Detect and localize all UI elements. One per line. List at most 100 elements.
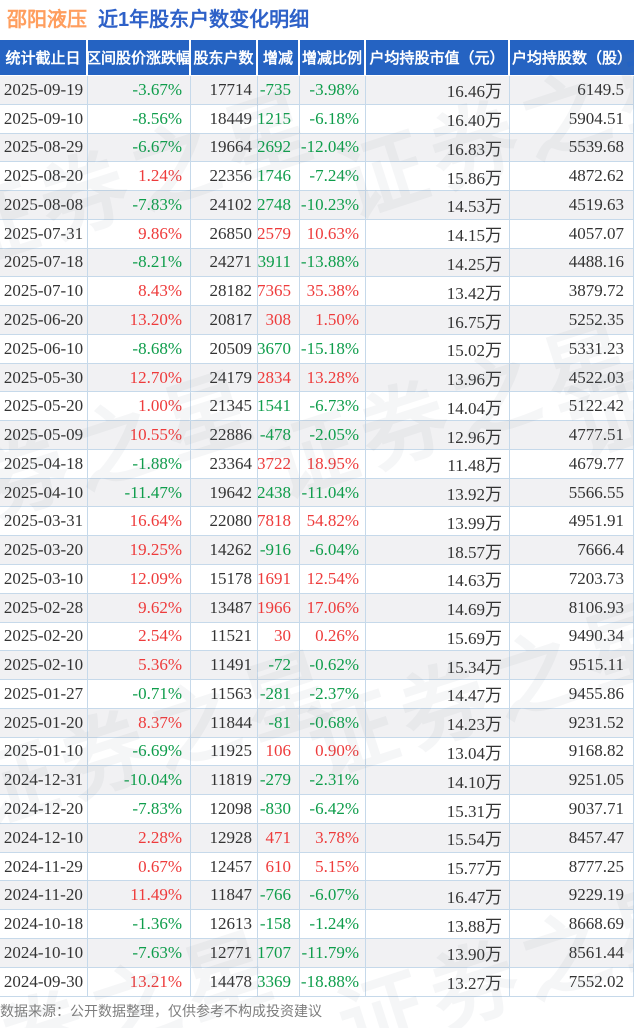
cell-change-ratio: -0.62% [300,651,366,681]
table-row: 2024-12-20 -7.83% 12098 -830 -6.42% 15.31万 903… [0,795,634,824]
cell-avg-market-value: 14.15万 [366,219,510,249]
column-header-3: 增减 [258,40,300,75]
cell-price-change: 12.09% [88,565,191,594]
cell-avg-shares: 4872.62 [510,162,634,192]
cell-price-change: 8.43% [88,277,191,307]
data-source-note: 数据来源：公开数据整理，仅供参考不构成投资建议 [0,1003,322,1019]
cell-holders: 14478 [191,967,258,997]
cell-avg-market-value: 16.75万 [366,306,510,335]
cell-holders: 13487 [191,593,258,623]
cell-change: -478 [258,421,300,450]
stock-name: 邵阳液压 [7,9,87,31]
cell-change-ratio: -7.24% [300,162,366,192]
cell-price-change: 1.00% [88,392,191,422]
cell-date: 2025-05-30 [0,363,88,393]
cell-avg-market-value: 15.31万 [366,795,510,824]
cell-change: -916 [258,536,300,566]
table-row: 2025-08-201.24%22356-1746-7.24%15.86万487… [0,162,634,192]
cell-price-change: -1.36% [88,910,191,939]
cell-change-ratio: -6.73% [300,392,366,422]
cell-change: -830 [258,795,300,824]
cell-change-ratio: 18.95% [300,449,366,479]
cell-avg-market-value: 14.69万 [366,593,510,623]
cell-avg-market-value: 15.77万 [366,852,510,882]
cell-price-change: -6.67% [88,133,191,163]
cell-price-change: -7.63% [88,938,191,968]
column-header-6: 户均持股数（股） [511,50,632,67]
cell-avg-shares: 9515.11 [510,651,634,681]
cell-change: -279 [258,766,300,796]
cell-avg-shares: 9455.86 [510,680,634,709]
cell-price-change: 8.37% [88,708,191,738]
cell-avg-shares: 4057.07 [510,219,634,249]
cell-avg-shares: 5566.55 [510,478,634,508]
cell-change-ratio: -6.07% [300,881,366,911]
cell-change: -3911 [258,248,300,278]
cell-date: 2025-02-20 [0,622,88,652]
cell-date: 2024-12-10 [0,823,88,853]
cell-holders: 28182 [191,277,258,307]
table-row: 2025-02-28 9.62% 13487 1966 17.06% 14.69万 8106… [0,593,634,623]
cell-holders: 11563 [191,680,258,709]
table-row: 2025-02-20 2.54% 11521 30 0.26% 15.69万 9490.34 [0,622,634,652]
table-header-row: 统计截止日 区间股价涨跌幅 股东户数 增减 增减比例 户均持股市值（元） 户均持股数（股） [0,40,634,75]
cell-change: -766 [258,881,300,911]
cell-change-ratio: 54.82% [300,507,366,537]
cell-change: -72 [258,651,300,681]
cell-avg-market-value: 14.10万 [366,766,510,796]
cell-avg-market-value: 14.25万 [366,248,510,278]
cell-price-change: 11.49% [88,881,191,911]
cell-price-change: 16.64% [88,507,191,537]
cell-holders: 12771 [191,938,258,968]
cell-price-change: -7.83% [88,191,191,220]
cell-avg-shares: 4522.03 [510,363,634,393]
cell-date: 2025-06-20 [0,306,88,335]
cell-holders: 12613 [191,910,258,939]
cell-avg-shares: 9168.82 [510,737,634,767]
cell-holders: 15178 [191,565,258,594]
cell-price-change: -0.71% [88,680,191,709]
cell-avg-shares: 9231.52 [510,708,634,738]
table-row: 2025-09-10-8.56%18449-1215-6.18%16.40万59… [0,104,634,134]
cell-holders: 26850 [191,219,258,249]
cell-avg-market-value: 15.69万 [366,622,510,652]
cell-change-ratio: 1.50% [300,306,366,335]
cell-price-change: -1.88% [88,449,191,479]
table-row: 2025-04-18 -1.88% 23364 3722 18.95% 11.48万 467… [0,449,634,479]
cell-change-ratio: 12.54% [300,565,366,594]
cell-change-ratio: -2.37% [300,680,366,709]
cell-change-ratio: -18.88% [300,967,366,997]
cell-avg-market-value: 13.04万 [366,737,510,767]
cell-change: -2692 [258,133,300,163]
cell-avg-shares: 3879.72 [510,277,634,307]
cell-holders: 12457 [191,852,258,882]
cell-avg-shares: 6149.5 [510,76,634,105]
cell-holders: 19642 [191,478,258,508]
cell-change: -2438 [258,478,300,508]
column-header-0: 统计截止日 [0,40,88,75]
cell-holders: 11819 [191,766,258,796]
cell-date: 2025-09-19 [0,76,88,105]
cell-price-change: -8.68% [88,334,191,364]
cell-avg-shares: 5252.35 [510,306,634,335]
cell-price-change: 1.24% [88,162,191,192]
cell-change-ratio: -6.18% [300,104,366,134]
cell-change: -735 [258,76,300,105]
cell-change: -1746 [258,162,300,192]
cell-price-change: 12.70% [88,363,191,393]
cell-avg-shares: 5904.51 [510,104,634,134]
cell-date: 2025-01-20 [0,708,88,738]
cell-avg-shares: 8457.47 [510,823,634,853]
cell-change-ratio: 0.26% [300,622,366,652]
table-row: 2025-05-09 10.55% 22886 -478 -2.05% 12.96万 477… [0,421,634,450]
cell-change: 1966 [258,593,300,623]
cell-holders: 12928 [191,823,258,853]
cell-change: 308 [258,306,300,335]
cell-price-change: -11.47% [88,478,191,508]
cell-holders: 11491 [191,651,258,681]
cell-avg-market-value: 16.83万 [366,133,510,163]
page-title: 邵阳液压 近1年股东户数变化明细 [7,6,309,34]
cell-change: -281 [258,680,300,709]
cell-avg-market-value: 15.86万 [366,162,510,192]
cell-holders: 24102 [191,191,258,220]
